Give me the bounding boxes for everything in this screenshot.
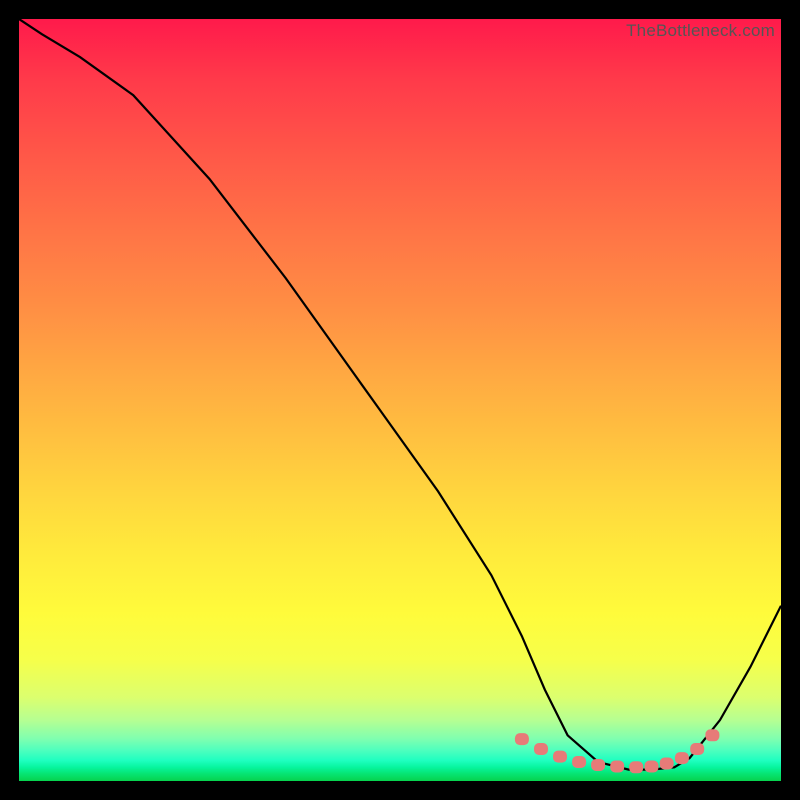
marker-dot (591, 759, 605, 771)
chart-frame: TheBottleneck.com (19, 19, 781, 781)
attribution-text: TheBottleneck.com (626, 21, 775, 41)
marker-dot (515, 733, 529, 745)
marker-dot (705, 729, 719, 741)
marker-dot (675, 752, 689, 764)
marker-dot (629, 761, 643, 773)
marker-dot (553, 751, 567, 763)
marker-dot (572, 756, 586, 768)
marker-dot (660, 758, 674, 770)
marker-dot (534, 743, 548, 755)
bottleneck-curve (19, 19, 781, 770)
marker-dot (690, 743, 704, 755)
highlight-markers (515, 729, 720, 773)
marker-dot (610, 761, 624, 773)
marker-dot (645, 761, 659, 773)
curve-layer (19, 19, 781, 781)
